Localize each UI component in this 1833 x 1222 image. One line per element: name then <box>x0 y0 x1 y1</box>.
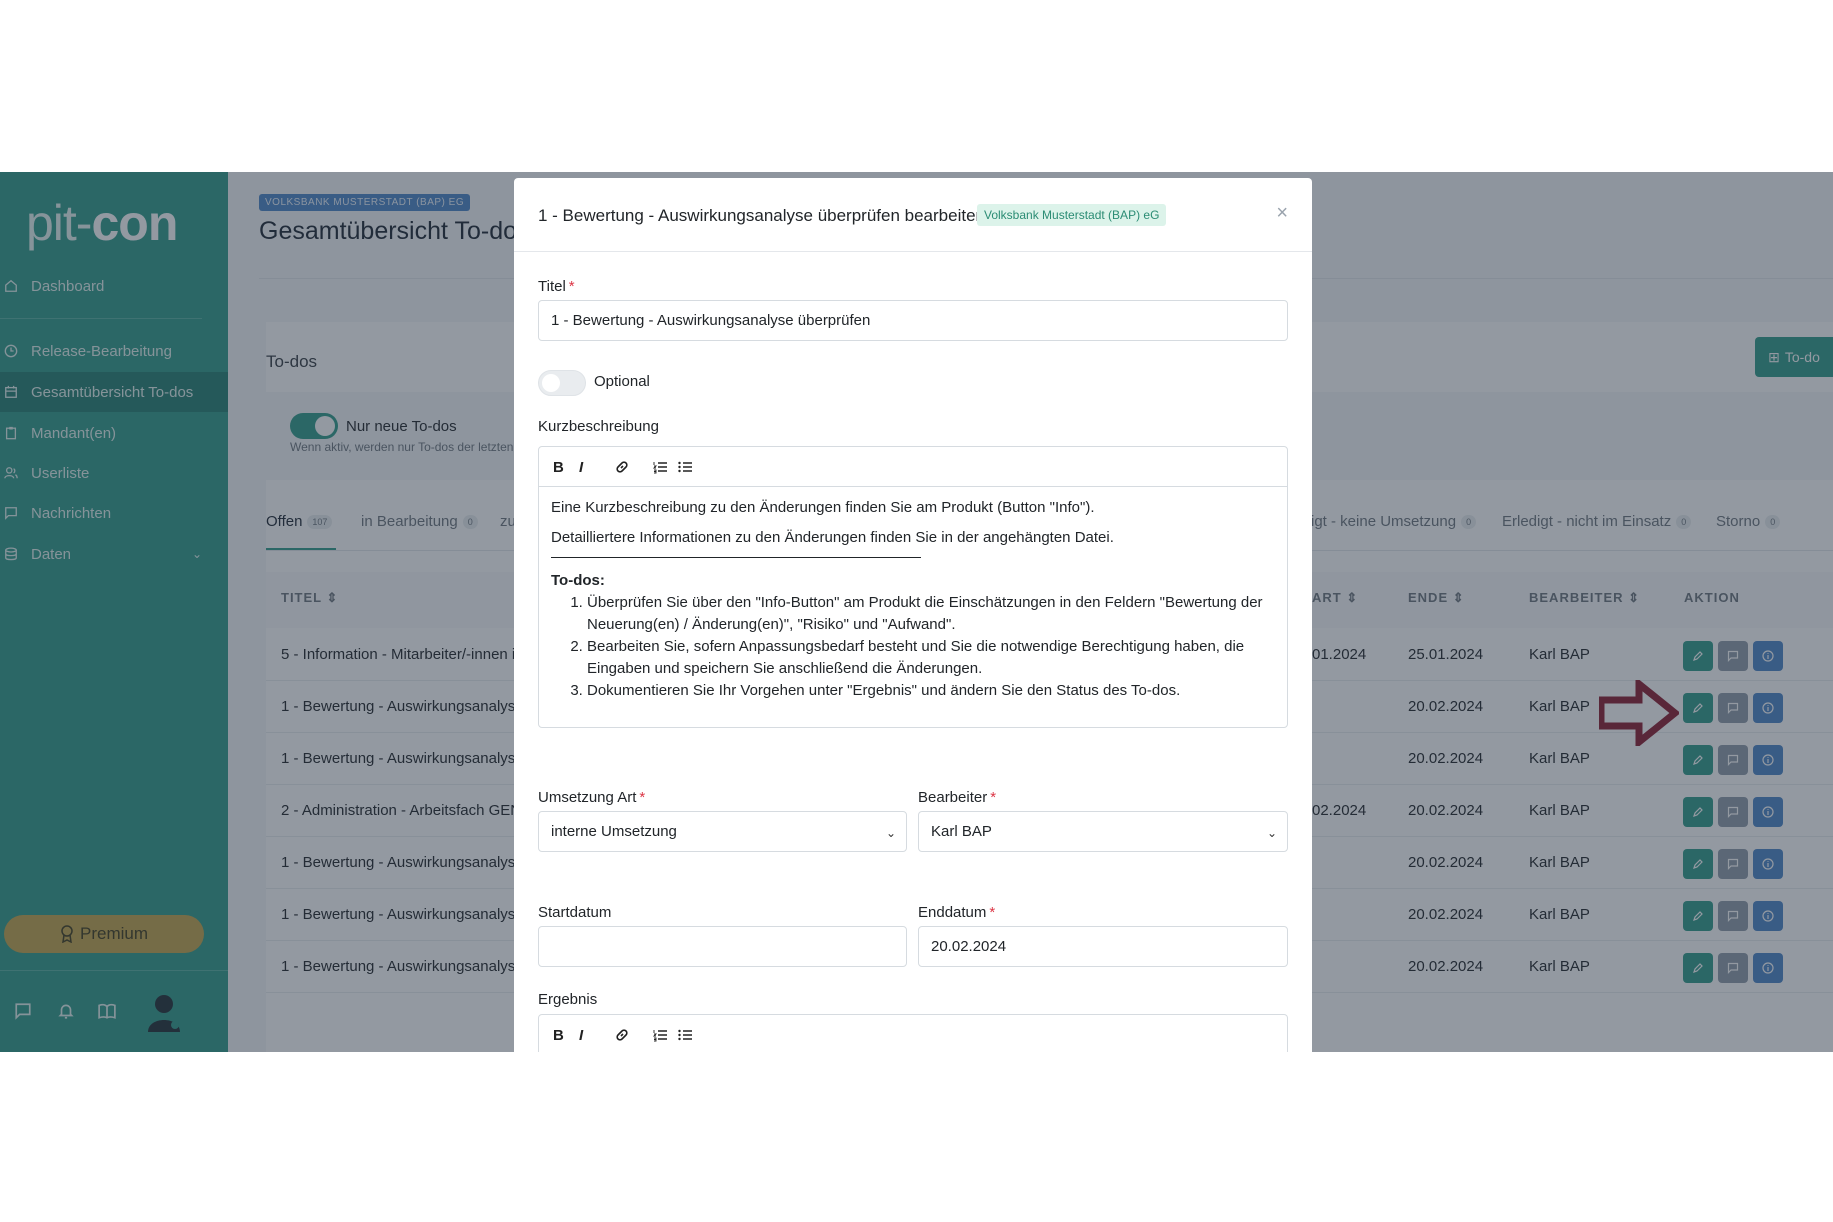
optional-label: Optional <box>594 373 650 390</box>
startdatum-label: Startdatum <box>538 904 612 921</box>
titel-input[interactable]: 1 - Bewertung - Auswirkungsanalyse überp… <box>538 300 1288 341</box>
kurzbeschreibung-editor[interactable]: B I Eine Kurzbeschreibung zu den Änderun… <box>538 446 1288 728</box>
todos-list: Überprüfen Sie über den "Info-Button" am… <box>551 592 1276 702</box>
italic-icon[interactable]: I <box>579 1027 583 1044</box>
list-item: Überprüfen Sie über den "Info-Button" am… <box>587 592 1276 636</box>
list-item: Bearbeiten Sie, sofern Anpassungsbedarf … <box>587 636 1276 680</box>
editor-toolbar: B I <box>539 1015 1287 1052</box>
modal-title: 1 - Bewertung - Auswirkungsanalyse überp… <box>538 206 985 225</box>
bullet-list-icon[interactable] <box>678 1028 692 1042</box>
startdatum-input[interactable] <box>538 926 907 967</box>
editor-content[interactable]: Eine Kurzbeschreibung zu den Änderungen … <box>551 497 1276 702</box>
ergebnis-editor[interactable]: B I <box>538 1014 1288 1052</box>
ergebnis-label: Ergebnis <box>538 991 598 1008</box>
editor-toolbar: B I <box>539 447 1287 487</box>
select-value: interne Umsetzung <box>551 823 677 840</box>
bullet-list-icon[interactable] <box>678 460 692 474</box>
chevron-down-icon: ⌄ <box>885 826 896 840</box>
umsetzung-art-label: Umsetzung Art * <box>538 789 646 806</box>
titel-label: Titel * <box>538 278 575 295</box>
ordered-list-icon[interactable] <box>653 460 667 474</box>
select-value: Karl BAP <box>931 823 992 840</box>
edit-todo-modal: 1 - Bewertung - Auswirkungsanalyse überp… <box>514 178 1312 1052</box>
enddatum-label: Enddatum * <box>918 904 996 921</box>
enddatum-input[interactable]: 20.02.2024 <box>918 926 1288 967</box>
chevron-down-icon: ⌄ <box>1266 826 1277 840</box>
link-icon[interactable] <box>615 460 629 474</box>
bold-icon[interactable]: B <box>553 459 564 476</box>
kurzbeschreibung-label: Kurzbeschreibung <box>538 418 659 435</box>
bearbeiter-label: Bearbeiter * <box>918 789 997 806</box>
bearbeiter-select[interactable]: Karl BAP ⌄ <box>918 811 1288 852</box>
link-icon[interactable] <box>615 1028 629 1042</box>
todos-heading: To-dos: <box>551 572 605 589</box>
paragraph: Detailliertere Informationen zu den Ände… <box>551 529 1114 546</box>
bank-badge: Volksbank Musterstadt (BAP) eG <box>977 204 1167 226</box>
italic-icon[interactable]: I <box>579 459 583 476</box>
close-icon[interactable]: × <box>1276 202 1288 225</box>
optional-toggle[interactable] <box>538 370 586 396</box>
ordered-list-icon[interactable] <box>653 1028 667 1042</box>
paragraph: Eine Kurzbeschreibung zu den Änderungen … <box>551 499 1095 516</box>
bold-icon[interactable]: B <box>553 1027 564 1044</box>
list-item: Dokumentieren Sie Ihr Vorgehen unter "Er… <box>587 680 1276 702</box>
divider <box>551 557 921 558</box>
modal-header: 1 - Bewertung - Auswirkungsanalyse überp… <box>514 178 1312 252</box>
umsetzung-art-select[interactable]: interne Umsetzung ⌄ <box>538 811 907 852</box>
